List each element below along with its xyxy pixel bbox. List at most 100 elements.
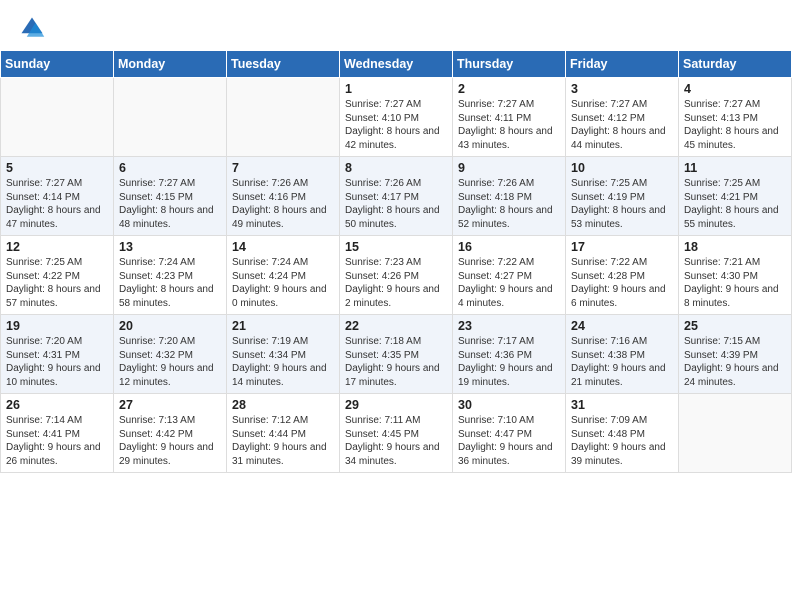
day-number: 8 (345, 161, 447, 175)
calendar-cell: 31Sunrise: 7:09 AM Sunset: 4:48 PM Dayli… (566, 394, 679, 473)
day-number: 3 (571, 82, 673, 96)
day-number: 29 (345, 398, 447, 412)
day-info: Sunrise: 7:22 AM Sunset: 4:28 PM Dayligh… (571, 256, 673, 310)
day-number: 16 (458, 240, 560, 254)
day-number: 30 (458, 398, 560, 412)
day-info: Sunrise: 7:27 AM Sunset: 4:12 PM Dayligh… (571, 98, 673, 152)
day-number: 13 (119, 240, 221, 254)
calendar-cell: 28Sunrise: 7:12 AM Sunset: 4:44 PM Dayli… (227, 394, 340, 473)
calendar-cell: 23 Sunrise: 7:17 AM Sunset: 4:36 PM Dayli… (453, 315, 566, 394)
logo (18, 14, 50, 42)
day-number: 21 (232, 319, 334, 333)
calendar-row: 26 Sunrise: 7:14 AM Sunset: 4:41 PM Dayli… (1, 394, 792, 473)
calendar-cell (1, 78, 114, 157)
calendar-cell: 10 Sunrise: 7:25 AM Sunset: 4:19 PM Dayli… (566, 157, 679, 236)
day-number: 23 (458, 319, 560, 333)
calendar-cell: 22 Sunrise: 7:18 AM Sunset: 4:35 PM Dayli… (340, 315, 453, 394)
weekday-header-monday: Monday (114, 51, 227, 78)
calendar-row: 5Sunrise: 7:27 AM Sunset: 4:14 PM Daylig… (1, 157, 792, 236)
day-number: 25 (684, 319, 786, 333)
day-info: Sunrise: 7:25 AM Sunset: 4:21 PM Dayligh… (684, 177, 786, 231)
day-number: 11 (684, 161, 786, 175)
day-info: Sunrise: 7:22 AM Sunset: 4:27 PM Dayligh… (458, 256, 560, 310)
calendar-cell: 21 Sunrise: 7:19 AM Sunset: 4:34 PM Dayli… (227, 315, 340, 394)
day-number: 9 (458, 161, 560, 175)
day-info: Sunrise: 7:24 AM Sunset: 4:24 PM Dayligh… (232, 256, 334, 310)
day-info: Sunrise: 7:16 AM Sunset: 4:38 PM Dayligh… (571, 335, 673, 389)
calendar-cell: 5Sunrise: 7:27 AM Sunset: 4:14 PM Daylig… (1, 157, 114, 236)
calendar-cell: 17 Sunrise: 7:22 AM Sunset: 4:28 PM Dayli… (566, 236, 679, 315)
day-info: Sunrise: 7:20 AM Sunset: 4:32 PM Dayligh… (119, 335, 221, 389)
calendar-cell: 13 Sunrise: 7:24 AM Sunset: 4:23 PM Dayli… (114, 236, 227, 315)
day-number: 27 (119, 398, 221, 412)
calendar-cell: 9 Sunrise: 7:26 AM Sunset: 4:18 PM Daylig… (453, 157, 566, 236)
day-info: Sunrise: 7:25 AM Sunset: 4:19 PM Dayligh… (571, 177, 673, 231)
calendar-cell: 12 Sunrise: 7:25 AM Sunset: 4:22 PM Dayli… (1, 236, 114, 315)
calendar-cell (227, 78, 340, 157)
day-info: Sunrise: 7:26 AM Sunset: 4:17 PM Dayligh… (345, 177, 447, 231)
day-number: 12 (6, 240, 108, 254)
day-number: 14 (232, 240, 334, 254)
day-info: Sunrise: 7:19 AM Sunset: 4:34 PM Dayligh… (232, 335, 334, 389)
calendar-cell: 26 Sunrise: 7:14 AM Sunset: 4:41 PM Dayli… (1, 394, 114, 473)
calendar-cell: 29 Sunrise: 7:11 AM Sunset: 4:45 PM Dayli… (340, 394, 453, 473)
calendar-cell: 25 Sunrise: 7:15 AM Sunset: 4:39 PM Dayli… (679, 315, 792, 394)
calendar-cell: 8 Sunrise: 7:26 AM Sunset: 4:17 PM Daylig… (340, 157, 453, 236)
day-number: 6 (119, 161, 221, 175)
day-number: 4 (684, 82, 786, 96)
weekday-header-thursday: Thursday (453, 51, 566, 78)
weekday-header-wednesday: Wednesday (340, 51, 453, 78)
logo-icon (18, 14, 46, 42)
calendar-cell: 3 Sunrise: 7:27 AM Sunset: 4:12 PM Daylig… (566, 78, 679, 157)
calendar-cell (679, 394, 792, 473)
day-number: 1 (345, 82, 447, 96)
day-info: Sunrise: 7:11 AM Sunset: 4:45 PM Dayligh… (345, 414, 447, 468)
day-info: Sunrise: 7:26 AM Sunset: 4:16 PM Dayligh… (232, 177, 334, 231)
day-info: Sunrise: 7:27 AM Sunset: 4:10 PM Dayligh… (345, 98, 447, 152)
day-info: Sunrise: 7:24 AM Sunset: 4:23 PM Dayligh… (119, 256, 221, 310)
day-number: 2 (458, 82, 560, 96)
calendar-cell: 11 Sunrise: 7:25 AM Sunset: 4:21 PM Dayli… (679, 157, 792, 236)
day-number: 5 (6, 161, 108, 175)
day-number: 24 (571, 319, 673, 333)
day-info: Sunrise: 7:18 AM Sunset: 4:35 PM Dayligh… (345, 335, 447, 389)
weekday-header-sunday: Sunday (1, 51, 114, 78)
day-info: Sunrise: 7:10 AM Sunset: 4:47 PM Dayligh… (458, 414, 560, 468)
day-info: Sunrise: 7:23 AM Sunset: 4:26 PM Dayligh… (345, 256, 447, 310)
day-number: 15 (345, 240, 447, 254)
day-info: Sunrise: 7:13 AM Sunset: 4:42 PM Dayligh… (119, 414, 221, 468)
calendar-cell: 2 Sunrise: 7:27 AM Sunset: 4:11 PM Daylig… (453, 78, 566, 157)
calendar-cell: 20 Sunrise: 7:20 AM Sunset: 4:32 PM Dayli… (114, 315, 227, 394)
day-info: Sunrise: 7:15 AM Sunset: 4:39 PM Dayligh… (684, 335, 786, 389)
calendar-cell: 19Sunrise: 7:20 AM Sunset: 4:31 PM Dayli… (1, 315, 114, 394)
day-number: 22 (345, 319, 447, 333)
day-number: 10 (571, 161, 673, 175)
calendar-row: 19Sunrise: 7:20 AM Sunset: 4:31 PM Dayli… (1, 315, 792, 394)
day-info: Sunrise: 7:25 AM Sunset: 4:22 PM Dayligh… (6, 256, 108, 310)
calendar-row: 12 Sunrise: 7:25 AM Sunset: 4:22 PM Dayli… (1, 236, 792, 315)
weekday-header-friday: Friday (566, 51, 679, 78)
calendar-cell: 7 Sunrise: 7:26 AM Sunset: 4:16 PM Daylig… (227, 157, 340, 236)
calendar-cell: 18 Sunrise: 7:21 AM Sunset: 4:30 PM Dayli… (679, 236, 792, 315)
day-info: Sunrise: 7:21 AM Sunset: 4:30 PM Dayligh… (684, 256, 786, 310)
day-info: Sunrise: 7:27 AM Sunset: 4:13 PM Dayligh… (684, 98, 786, 152)
day-info: Sunrise: 7:14 AM Sunset: 4:41 PM Dayligh… (6, 414, 108, 468)
day-number: 20 (119, 319, 221, 333)
calendar-row: 1 Sunrise: 7:27 AM Sunset: 4:10 PM Daylig… (1, 78, 792, 157)
day-info: Sunrise: 7:27 AM Sunset: 4:11 PM Dayligh… (458, 98, 560, 152)
page-header (0, 0, 792, 50)
day-info: Sunrise: 7:09 AM Sunset: 4:48 PM Dayligh… (571, 414, 673, 468)
day-number: 19 (6, 319, 108, 333)
calendar-cell: 6Sunrise: 7:27 AM Sunset: 4:15 PM Daylig… (114, 157, 227, 236)
calendar-cell: 16 Sunrise: 7:22 AM Sunset: 4:27 PM Dayli… (453, 236, 566, 315)
calendar-table: SundayMondayTuesdayWednesdayThursdayFrid… (0, 50, 792, 473)
day-number: 17 (571, 240, 673, 254)
day-info: Sunrise: 7:26 AM Sunset: 4:18 PM Dayligh… (458, 177, 560, 231)
day-number: 7 (232, 161, 334, 175)
calendar-cell: 14 Sunrise: 7:24 AM Sunset: 4:24 PM Dayli… (227, 236, 340, 315)
day-info: Sunrise: 7:17 AM Sunset: 4:36 PM Dayligh… (458, 335, 560, 389)
day-number: 18 (684, 240, 786, 254)
day-number: 26 (6, 398, 108, 412)
calendar-cell: 27 Sunrise: 7:13 AM Sunset: 4:42 PM Dayli… (114, 394, 227, 473)
calendar-cell (114, 78, 227, 157)
